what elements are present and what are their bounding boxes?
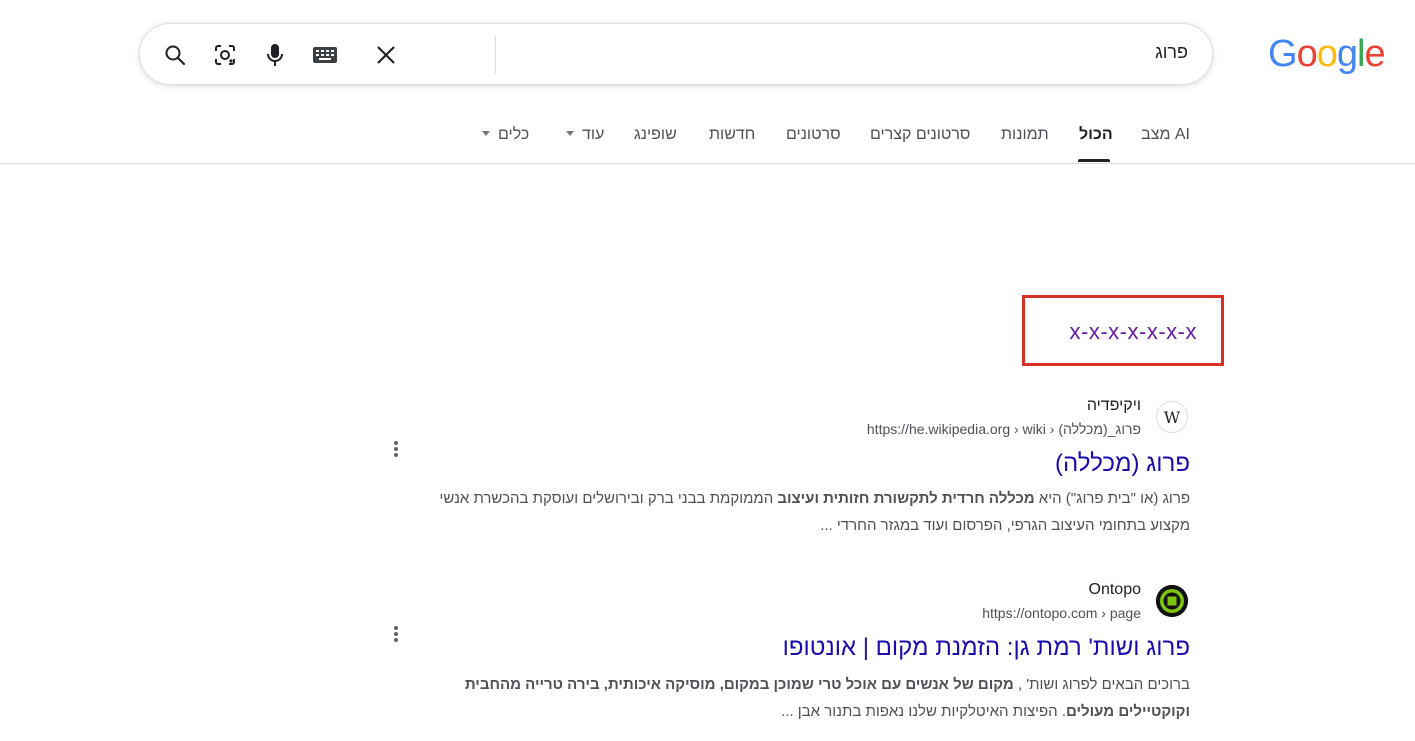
- search-input[interactable]: פרוג: [1155, 42, 1188, 63]
- more-options-icon[interactable]: [388, 439, 404, 459]
- snippet-text: הממוקמת בבני ברק ובירושלים ועוסקת בהכשרת…: [439, 490, 778, 507]
- result-title[interactable]: פרוג ושות' רמת גן: הזמנת מקום | אונטופו: [783, 634, 1190, 662]
- tab-all[interactable]: הכול: [1079, 126, 1113, 144]
- close-icon[interactable]: [372, 41, 400, 69]
- google-logo[interactable]: Google: [1268, 33, 1386, 76]
- result-url[interactable]: https://he.wikipedia.org › wiki › פרוג_(…: [867, 421, 1141, 437]
- search-box[interactable]: פרוג: [139, 23, 1213, 85]
- snippet-text: פרוג (או "בית פרוג") היא: [1034, 490, 1190, 507]
- logo-letter: G: [1268, 33, 1298, 75]
- logo-letter: o: [1316, 33, 1338, 75]
- snippet-bold: מכללה חרדית לתקשורת חזותית ועיצוב: [777, 490, 1035, 507]
- tab-more-label: עוד: [582, 126, 605, 143]
- snippet-bold: וקוקטיילים מעולים: [1066, 703, 1190, 720]
- logo-letter: e: [1364, 33, 1385, 75]
- microphone-icon[interactable]: [261, 41, 289, 69]
- result-snippet: ברוכים הבאים לפרוג ושות' , מקום של אנשים…: [370, 671, 1190, 725]
- highlight-text[interactable]: x-x-x-x-x-x-x: [1070, 319, 1197, 345]
- tab-short-videos[interactable]: סרטונים קצרים: [870, 126, 970, 144]
- more-options-icon[interactable]: [388, 624, 404, 644]
- snippet-bold: מקום של אנשים עם אוכל טרי שמוכן במקום, מ…: [464, 676, 1014, 693]
- chevron-down-icon: [482, 131, 490, 137]
- logo-letter: l: [1356, 33, 1366, 75]
- search-icon[interactable]: [161, 41, 189, 69]
- snippet-text: מקצוע בתחומי העיצוב הגרפי, הפרסום ועוד ב…: [820, 517, 1190, 534]
- keyboard-icon[interactable]: [311, 41, 339, 69]
- result-site-name[interactable]: ויקיפדיה: [1087, 397, 1141, 415]
- search-tabs: מצב AI הכול תמונות סרטונים קצרים סרטונים…: [0, 116, 1415, 164]
- snippet-text: . הפיצות האיטלקיות שלנו נאפות בתנור אבן …: [781, 703, 1067, 720]
- tab-tools[interactable]: כלים: [482, 126, 529, 144]
- chevron-down-icon: [566, 131, 574, 137]
- tab-shopping[interactable]: שופינג: [634, 126, 677, 144]
- result-site-name[interactable]: Ontopo: [1089, 581, 1141, 599]
- tab-videos[interactable]: סרטונים: [786, 126, 841, 144]
- tab-tools-label: כלים: [498, 126, 530, 143]
- tab-ai-mode[interactable]: מצב AI: [1141, 126, 1190, 144]
- logo-letter: o: [1296, 33, 1318, 75]
- tab-news[interactable]: חדשות: [709, 126, 755, 144]
- wikipedia-favicon[interactable]: W: [1156, 401, 1188, 433]
- tabs-divider: [0, 163, 1415, 164]
- snippet-text: ברוכים הבאים לפרוג ושות' ,: [1013, 676, 1190, 693]
- search-divider: [495, 36, 496, 74]
- logo-letter: g: [1336, 33, 1358, 75]
- tab-more[interactable]: עוד: [566, 126, 604, 144]
- active-tab-indicator: [1078, 159, 1110, 162]
- result-url[interactable]: https://ontopo.com › page: [982, 605, 1141, 621]
- highlight-box: x-x-x-x-x-x-x: [1022, 295, 1224, 366]
- camera-lens-icon[interactable]: [211, 41, 239, 69]
- result-title[interactable]: פרוג (מכללה): [1055, 450, 1190, 478]
- result-snippet: פרוג (או "בית פרוג") היא מכללה חרדית לתק…: [370, 485, 1190, 539]
- ontopo-favicon[interactable]: [1156, 585, 1188, 617]
- tab-images[interactable]: תמונות: [1001, 126, 1049, 144]
